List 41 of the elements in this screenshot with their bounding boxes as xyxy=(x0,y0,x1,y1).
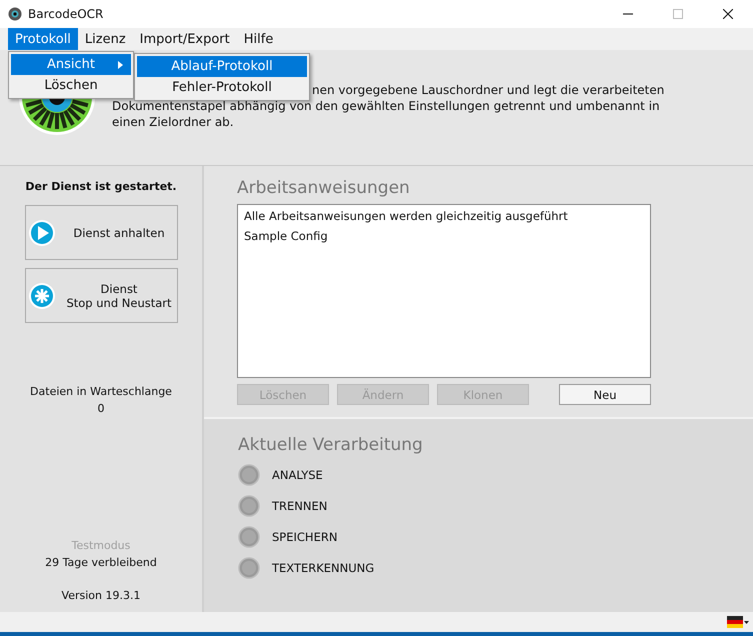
action-button[interactable]: Neu xyxy=(559,384,651,405)
restart-service-button[interactable]: Dienst Stop und Neustart xyxy=(24,268,178,323)
submenu-arrow-icon xyxy=(118,61,123,69)
maximize-icon xyxy=(673,9,683,19)
app-icon xyxy=(8,7,22,21)
flag-dropdown-icon[interactable] xyxy=(727,616,749,628)
description-line: Dokumentenstapel abhängig von den gewählten Einstellungen getrennt und umbenannt in xyxy=(112,98,660,114)
version-label: Version 19.3.1 xyxy=(62,589,140,602)
list-item[interactable]: Sample Config xyxy=(244,229,644,243)
menu-item[interactable]: Hilfe xyxy=(236,28,280,50)
list-item[interactable]: Alle Arbeitsanweisungen werden gleichzeitig ausgeführt xyxy=(244,209,644,223)
description-line: einen Zielordner ab. xyxy=(112,114,234,130)
step-label: TRENNEN xyxy=(272,499,328,513)
status-lamp-icon xyxy=(238,464,260,486)
menu-item[interactable]: Protokoll xyxy=(8,28,78,50)
instruction-list[interactable]: Alle Arbeitsanweisungen werden gleichzeitig ausgeführt Sample Config xyxy=(237,204,651,378)
section-title: Aktuelle Verarbeitung xyxy=(238,435,424,455)
stop-service-button[interactable]: Dienst anhalten xyxy=(24,205,178,260)
menu-entry[interactable]: Ablauf-Protokoll xyxy=(137,56,307,77)
description-line: nen vorgegebene Lauschordner und legt die verarbeiteten xyxy=(312,82,664,98)
close-icon xyxy=(723,9,733,19)
menu-entry[interactable]: Fehler-Protokoll xyxy=(137,77,307,98)
step-label: ANALYSE xyxy=(272,468,323,482)
service-status: Der Dienst ist gestartet. xyxy=(25,180,177,193)
asterisk-icon xyxy=(28,282,56,310)
status-lamp-icon xyxy=(238,495,260,517)
step-label: TEXTERKENNUNG xyxy=(272,561,374,575)
queue-label: Dateien in Warteschlange xyxy=(30,385,172,398)
mode-label: Testmodus xyxy=(72,539,130,552)
status-lamp-icon xyxy=(238,557,260,579)
step-label: SPEICHERN xyxy=(272,530,338,544)
queue-count: 0 xyxy=(98,402,104,415)
menu-entry[interactable]: Ansicht xyxy=(11,54,131,75)
menu-item[interactable]: Import/Export xyxy=(132,28,237,50)
menu-entry[interactable]: Löschen xyxy=(11,75,131,96)
window-title: BarcodeOCR xyxy=(28,7,104,21)
play-icon xyxy=(28,218,56,246)
status-lamp-icon xyxy=(238,526,260,548)
section-title: Arbeitsanweisungen xyxy=(237,178,411,198)
menu-item[interactable]: Lizenz xyxy=(78,28,133,50)
days-remaining: 29 Tage verbleibend xyxy=(45,556,157,569)
